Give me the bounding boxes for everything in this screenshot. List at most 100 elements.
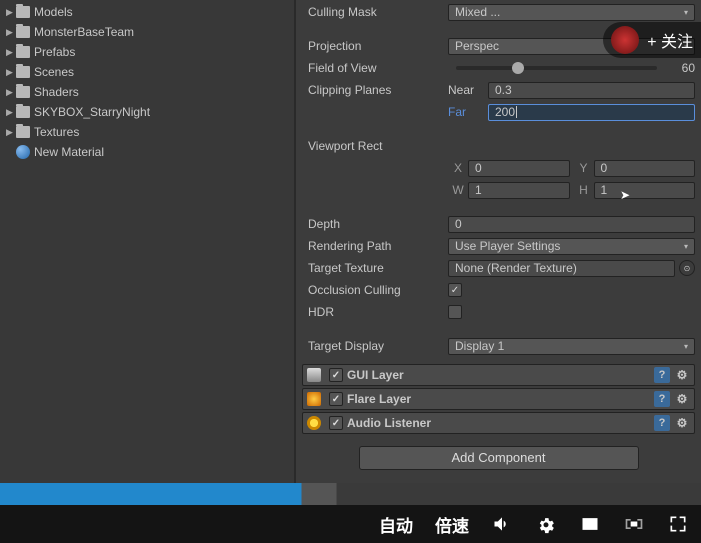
- tree-item-label: Scenes: [34, 65, 74, 79]
- tree-item-label: MonsterBaseTeam: [34, 25, 134, 39]
- video-control-bar: 自动 倍速: [0, 505, 701, 543]
- expand-arrow-icon: ▶: [6, 67, 16, 78]
- folder-icon: [16, 86, 30, 98]
- tree-item-scenes[interactable]: ▶ Scenes: [0, 62, 294, 82]
- viewport-h-field[interactable]: 1: [594, 182, 696, 199]
- add-component-button[interactable]: Add Component: [359, 446, 639, 470]
- target-texture-field[interactable]: None (Render Texture): [448, 260, 675, 277]
- component-flare-layer[interactable]: ✓ Flare Layer ? ⚙: [302, 388, 695, 410]
- viewport-x-field[interactable]: 0: [468, 160, 570, 177]
- widescreen-icon[interactable]: [623, 513, 645, 535]
- culling-mask-dropdown[interactable]: Mixed ...▾: [448, 4, 695, 21]
- object-picker-icon[interactable]: ⊙: [679, 260, 695, 276]
- chevron-down-icon: ▾: [684, 8, 688, 17]
- component-enable-checkbox[interactable]: ✓: [329, 368, 343, 382]
- expand-arrow-icon: ▶: [6, 107, 16, 118]
- component-enable-checkbox[interactable]: ✓: [329, 392, 343, 406]
- tree-item-textures[interactable]: ▶ Textures: [0, 122, 294, 142]
- follow-badge[interactable]: + 关注: [603, 22, 701, 58]
- projection-label: Projection: [302, 39, 448, 53]
- tree-item-label: Shaders: [34, 85, 79, 99]
- help-icon[interactable]: ?: [654, 415, 670, 431]
- tree-item-prefabs[interactable]: ▶ Prefabs: [0, 42, 294, 62]
- viewport-label: Viewport Rect: [302, 139, 448, 153]
- tree-item-label: New Material: [34, 145, 104, 159]
- inspector-panel: Culling Mask Mixed ...▾ Projection Persp…: [296, 0, 701, 500]
- slider-thumb[interactable]: [512, 62, 524, 74]
- occlusion-label: Occlusion Culling: [302, 283, 448, 297]
- expand-arrow-icon: ▶: [6, 27, 16, 38]
- far-label: Far: [448, 105, 488, 119]
- occlusion-checkbox[interactable]: ✓: [448, 283, 462, 297]
- viewport-w-field[interactable]: 1: [468, 182, 570, 199]
- expand-arrow-icon: ▶: [6, 7, 16, 18]
- rendering-path-dropdown[interactable]: Use Player Settings▾: [448, 238, 695, 255]
- target-display-label: Target Display: [302, 339, 448, 353]
- tree-item-label: Textures: [34, 125, 79, 139]
- follow-label: + 关注: [647, 28, 693, 52]
- audio-icon: [307, 416, 321, 430]
- fov-slider[interactable]: [456, 66, 657, 70]
- folder-icon: [16, 66, 30, 78]
- component-title: Audio Listener: [347, 416, 431, 430]
- depth-label: Depth: [302, 217, 448, 231]
- expand-arrow-icon: ▶: [6, 87, 16, 98]
- component-gui-layer[interactable]: ✓ GUI Layer ? ⚙: [302, 364, 695, 386]
- tree-item-monsterbaseteam[interactable]: ▶ MonsterBaseTeam: [0, 22, 294, 42]
- tree-item-label: Models: [34, 5, 73, 19]
- avatar: [611, 26, 639, 54]
- folder-icon: [16, 6, 30, 18]
- culling-mask-label: Culling Mask: [302, 5, 448, 19]
- quality-button[interactable]: 自动: [379, 512, 413, 537]
- folder-icon: [16, 46, 30, 58]
- hdr-checkbox[interactable]: [448, 305, 462, 319]
- speed-button[interactable]: 倍速: [435, 512, 469, 537]
- help-icon[interactable]: ?: [654, 391, 670, 407]
- layer-icon: [307, 368, 321, 382]
- component-audio-listener[interactable]: ✓ Audio Listener ? ⚙: [302, 412, 695, 434]
- target-texture-label: Target Texture: [302, 261, 448, 275]
- chevron-down-icon: ▾: [684, 342, 688, 351]
- gear-icon[interactable]: ⚙: [674, 415, 690, 431]
- h-label: H: [574, 183, 594, 197]
- progress-strip[interactable]: [0, 483, 701, 505]
- project-tree: ▶ Models ▶ MonsterBaseTeam ▶ Prefabs ▶ S…: [0, 0, 296, 500]
- expand-arrow-icon: ▶: [6, 127, 16, 138]
- hdr-label: HDR: [302, 305, 448, 319]
- expand-arrow-icon: ▶: [6, 47, 16, 58]
- x-label: X: [448, 161, 468, 175]
- chevron-down-icon: ▾: [684, 242, 688, 251]
- tree-item-skybox[interactable]: ▶ SKYBOX_StarryNight: [0, 102, 294, 122]
- help-icon[interactable]: ?: [654, 367, 670, 383]
- fov-label: Field of View: [302, 61, 448, 75]
- fullscreen-icon[interactable]: [667, 513, 689, 535]
- gear-icon[interactable]: ⚙: [674, 367, 690, 383]
- y-label: Y: [574, 161, 594, 175]
- flare-icon: [307, 392, 321, 406]
- viewport-y-field[interactable]: 0: [594, 160, 696, 177]
- component-title: GUI Layer: [347, 368, 404, 382]
- tree-item-new-material[interactable]: New Material: [0, 142, 294, 162]
- clipping-label: Clipping Planes: [302, 83, 448, 97]
- folder-icon: [16, 26, 30, 38]
- w-label: W: [448, 183, 468, 197]
- tree-item-models[interactable]: ▶ Models: [0, 2, 294, 22]
- target-display-dropdown[interactable]: Display 1▾: [448, 338, 695, 355]
- folder-icon: [16, 126, 30, 138]
- folder-icon: [16, 106, 30, 118]
- material-icon: [16, 145, 30, 159]
- component-title: Flare Layer: [347, 392, 411, 406]
- near-field[interactable]: 0.3: [488, 82, 695, 99]
- tree-item-label: SKYBOX_StarryNight: [34, 105, 150, 119]
- gear-icon[interactable]: ⚙: [674, 391, 690, 407]
- far-field[interactable]: 200: [488, 104, 695, 121]
- fov-value: 60: [665, 61, 695, 75]
- tree-item-shaders[interactable]: ▶ Shaders: [0, 82, 294, 102]
- component-enable-checkbox[interactable]: ✓: [329, 416, 343, 430]
- settings-gear-icon[interactable]: [535, 513, 557, 535]
- rendering-path-label: Rendering Path: [302, 239, 448, 253]
- pip-icon[interactable]: [579, 513, 601, 535]
- volume-icon[interactable]: [491, 513, 513, 535]
- near-label: Near: [448, 83, 488, 97]
- depth-field[interactable]: 0: [448, 216, 695, 233]
